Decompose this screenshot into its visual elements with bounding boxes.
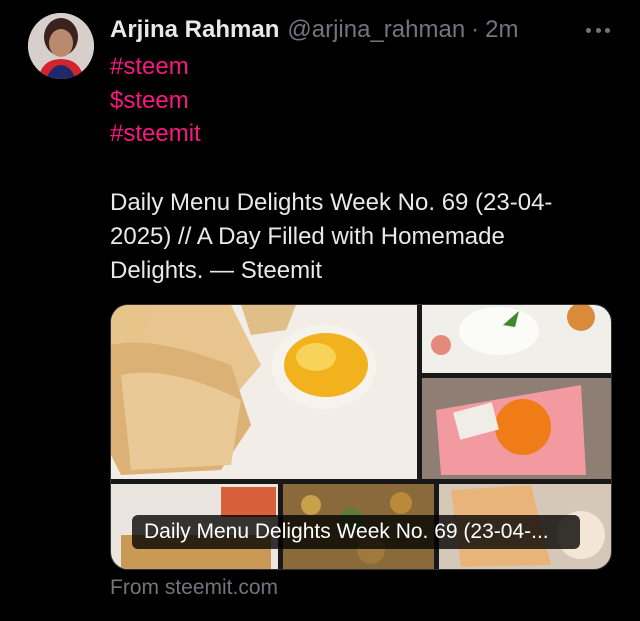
cashtag-steem[interactable]: $steem: [110, 86, 189, 116]
separator-dot: ·: [471, 16, 480, 43]
author-handle[interactable]: @arjina_rahman: [287, 16, 465, 44]
author-name[interactable]: Arjina Rahman: [110, 16, 279, 44]
link-card-title[interactable]: Daily Menu Delights Week No. 69 (23-04-.…: [132, 515, 580, 549]
hashtag-steem[interactable]: #steem: [110, 52, 189, 82]
tweet-text: Daily Menu Delights Week No. 69 (23-04-2…: [110, 189, 553, 284]
link-preview-card[interactable]: Daily Menu Delights Week No. 69 (23-04-.…: [110, 304, 612, 570]
tweet-header: Arjina Rahman @arjina_rahman · 2m: [110, 14, 620, 46]
more-options-icon[interactable]: [586, 26, 610, 34]
link-source-domain[interactable]: From steemit.com: [110, 576, 278, 600]
avatar-image: [28, 13, 94, 79]
hashtag-steemit[interactable]: #steemit: [110, 119, 201, 149]
tweet-timestamp[interactable]: 2m: [485, 16, 518, 44]
author-avatar[interactable]: [28, 13, 94, 79]
